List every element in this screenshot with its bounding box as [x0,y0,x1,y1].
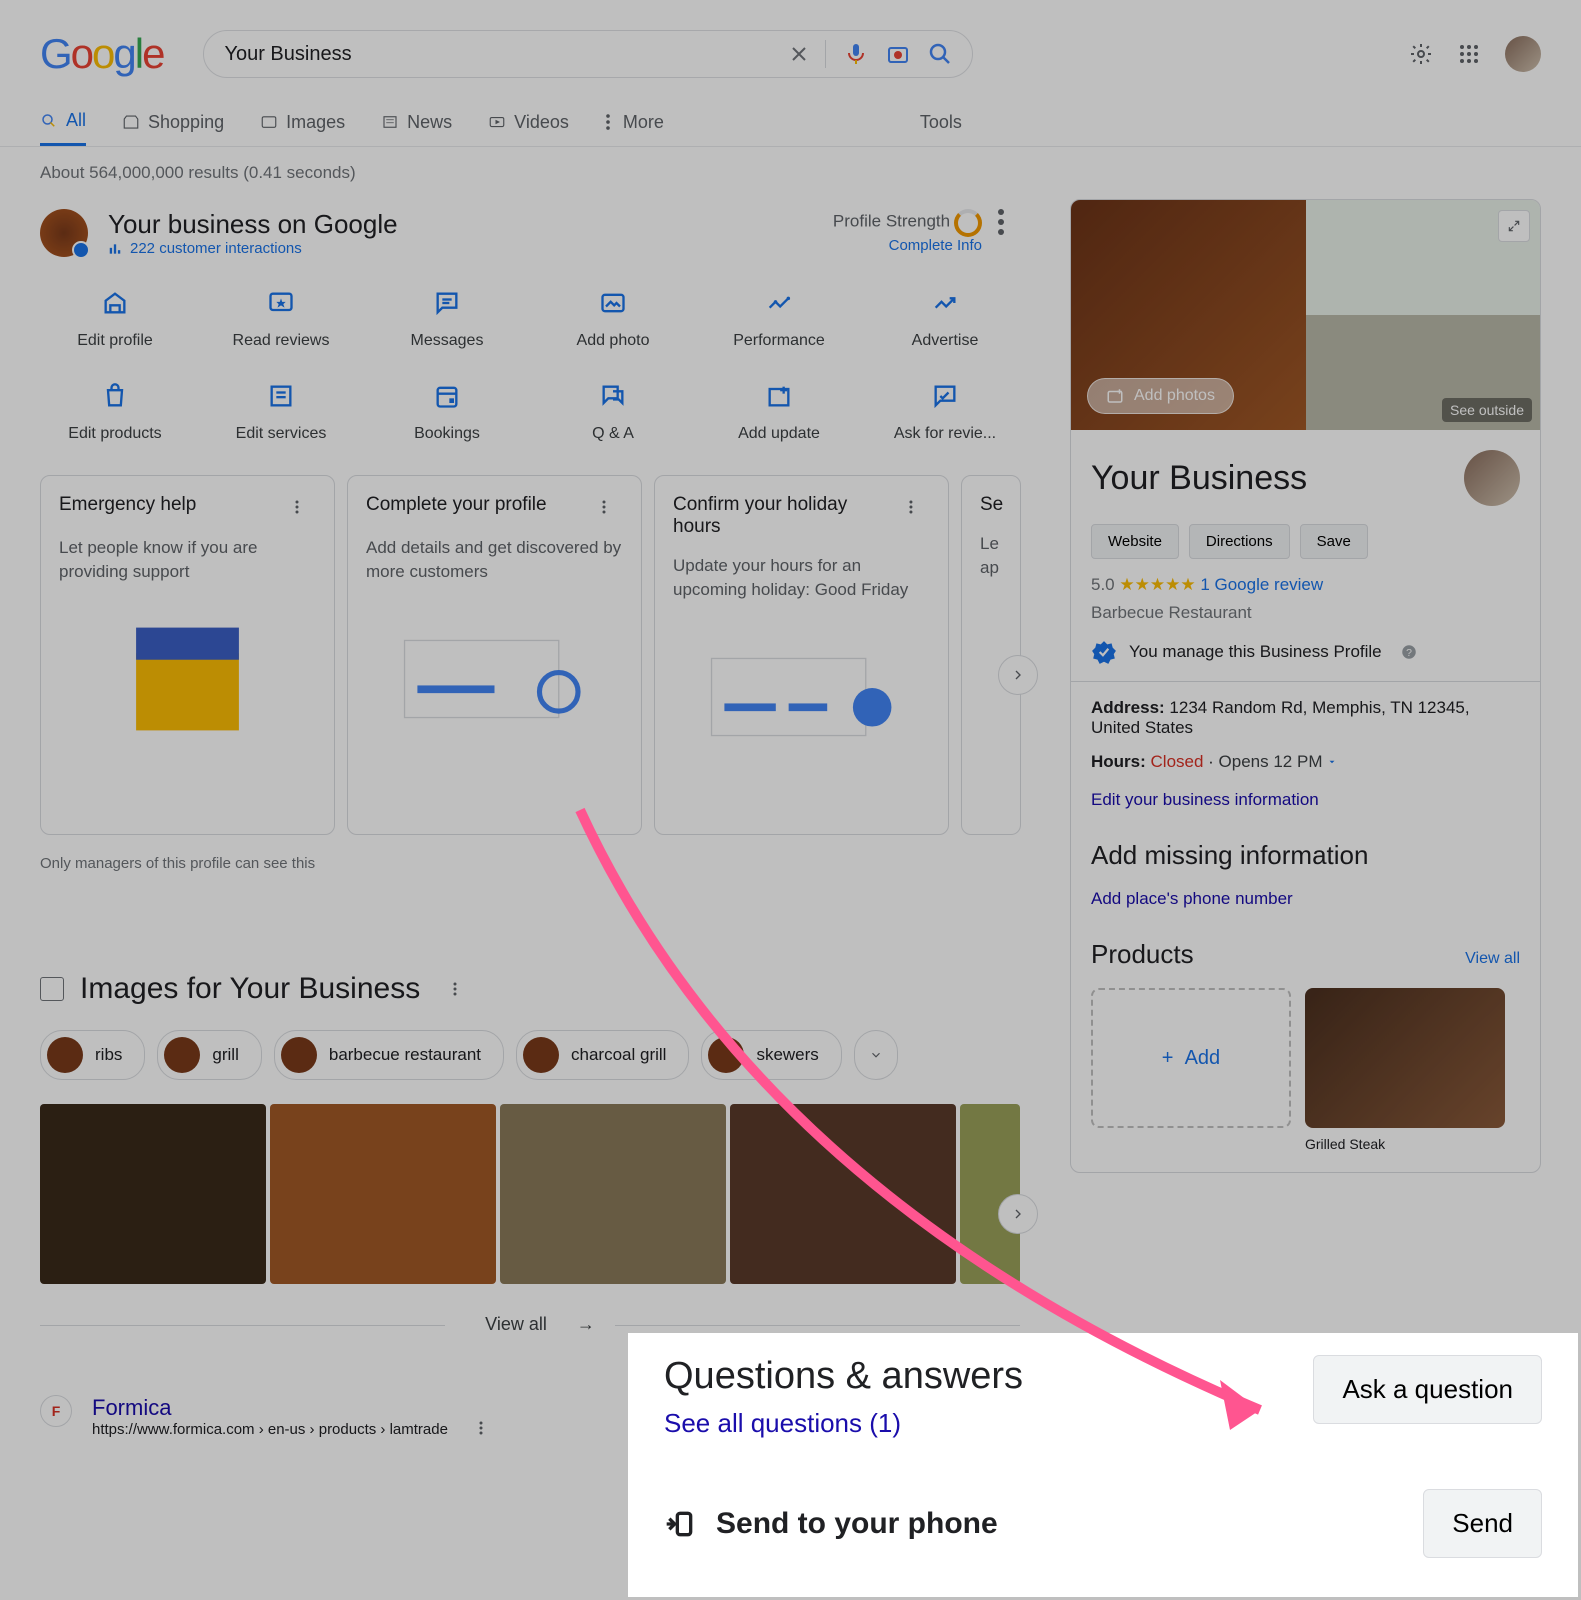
send-to-phone-icon [664,1508,696,1540]
send-button[interactable]: Send [1423,1489,1542,1558]
see-all-questions-link[interactable]: See all questions (1) [664,1408,1023,1439]
send-to-phone-label: Send to your phone [664,1507,998,1541]
qa-popup: Questions & answers See all questions (1… [630,1335,1576,1595]
ask-question-button[interactable]: Ask a question [1313,1355,1542,1424]
qa-title: Questions & answers [664,1355,1023,1398]
